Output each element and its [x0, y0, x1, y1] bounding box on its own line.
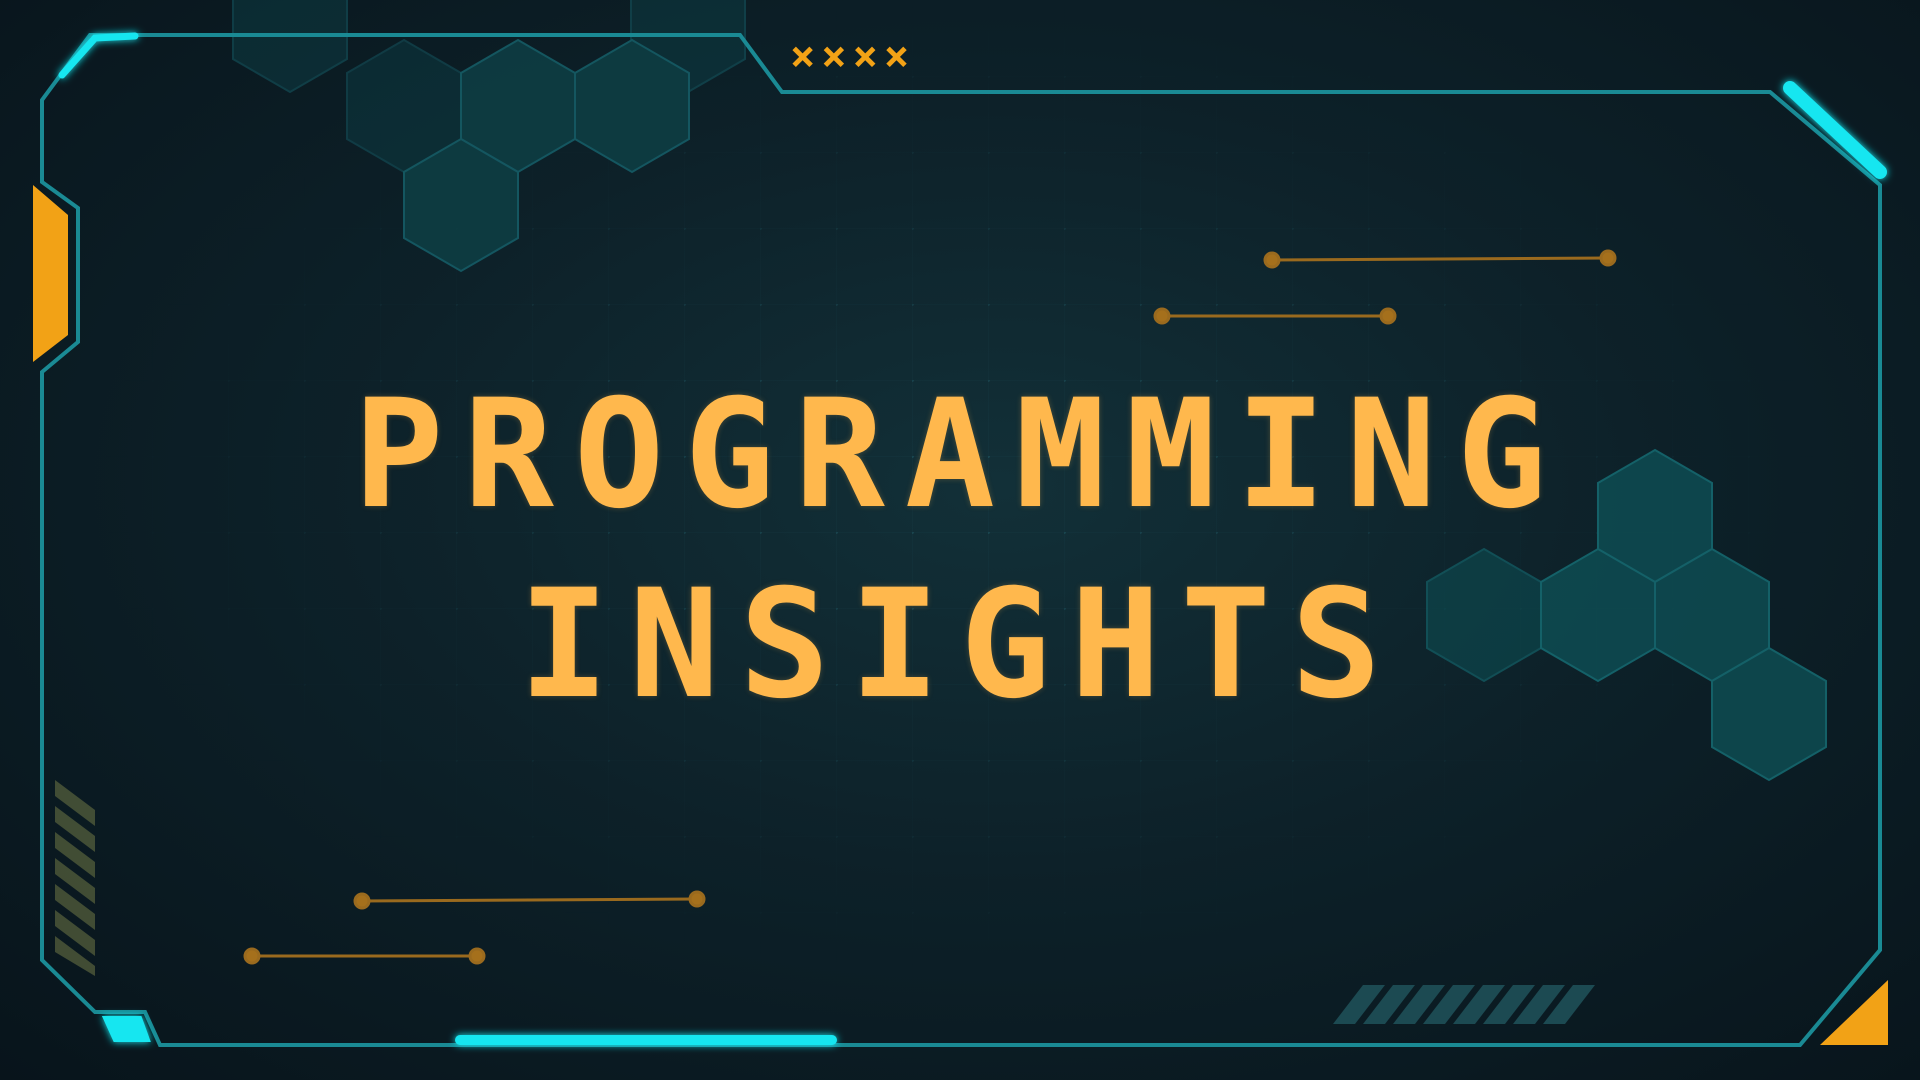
top-badge: ×××× — [790, 31, 916, 80]
title-block: PROGRAMMING INSIGHTS — [150, 360, 1770, 732]
title-line-2: INSIGHTS — [518, 558, 1402, 732]
title-line-1: PROGRAMMING — [353, 368, 1567, 542]
title-card: ×××× PROGRAMMING INSIGHTS — [0, 0, 1920, 1080]
